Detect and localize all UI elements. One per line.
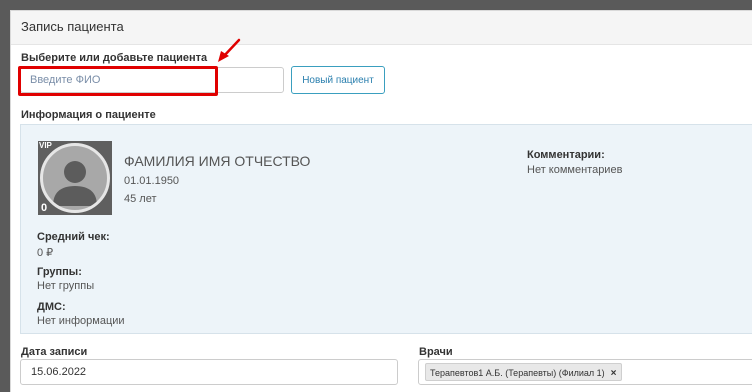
comments-value: Нет комментариев [527, 164, 623, 176]
patient-appointment-modal: Запись пациента Выберите или добавьте па… [10, 10, 752, 392]
patient-search-input[interactable] [20, 67, 284, 93]
user-silhouette-icon [53, 161, 97, 206]
remove-tag-icon[interactable]: × [611, 365, 617, 383]
avatar: VIP 0 [38, 141, 112, 215]
dms-value: Нет информации [37, 315, 125, 327]
date-label: Дата записи [21, 346, 88, 358]
comments-label: Комментарии: [527, 149, 605, 161]
modal-title: Запись пациента [21, 19, 124, 34]
groups-label: Группы: [37, 266, 82, 278]
patient-birth-date: 01.01.1950 [124, 175, 180, 187]
vip-badge: VIP [39, 141, 52, 150]
arrow-annotation-icon [218, 38, 241, 62]
avatar-circle [40, 143, 110, 213]
visit-count-badge: 0 [41, 202, 48, 214]
modal-header: Запись пациента [11, 11, 752, 45]
average-check-label: Средний чек: [37, 231, 110, 243]
search-label: Выберите или добавьте пациента [21, 52, 208, 64]
patient-age: 45 лет [124, 193, 157, 205]
appointment-date-input[interactable] [20, 359, 398, 385]
doctor-tag-label: Терапевтов1 А.Б. (Терапевты) (Филиал 1) [430, 368, 605, 378]
dms-label: ДМС: [37, 301, 66, 313]
patient-info-panel: VIP 0 ФАМИЛИЯ ИМЯ ОТЧЕСТВО 01.01.1950 45… [20, 124, 752, 334]
doctor-tag: Терапевтов1 А.Б. (Терапевты) (Филиал 1) × [425, 363, 622, 381]
patient-info-label: Информация о пациенте [21, 109, 156, 121]
patient-name: ФАМИЛИЯ ИМЯ ОТЧЕСТВО [124, 153, 311, 169]
new-patient-button[interactable]: Новый пациент [291, 66, 385, 94]
doctors-select[interactable]: Терапевтов1 А.Б. (Терапевты) (Филиал 1) × [418, 359, 752, 385]
groups-value: Нет группы [37, 280, 95, 292]
average-check-value: 0 ₽ [37, 247, 54, 259]
doctors-label: Врачи [419, 346, 453, 358]
